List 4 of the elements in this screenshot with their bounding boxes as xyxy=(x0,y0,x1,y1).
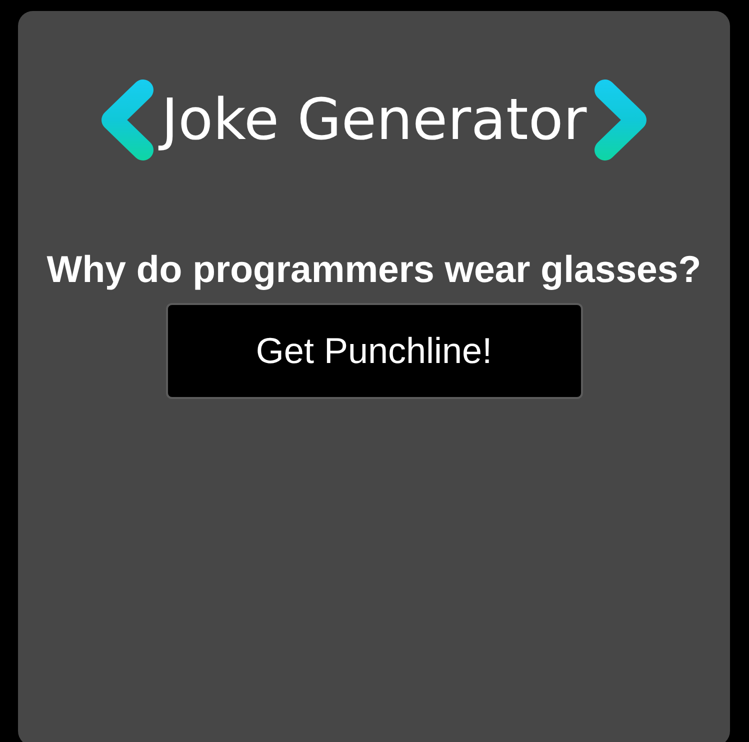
punchline-button[interactable]: Get Punchline! xyxy=(166,303,582,399)
right-chevron-icon xyxy=(592,78,649,162)
joke-question: Why do programmers wear glasses? xyxy=(46,247,702,291)
left-chevron-icon xyxy=(99,78,156,162)
